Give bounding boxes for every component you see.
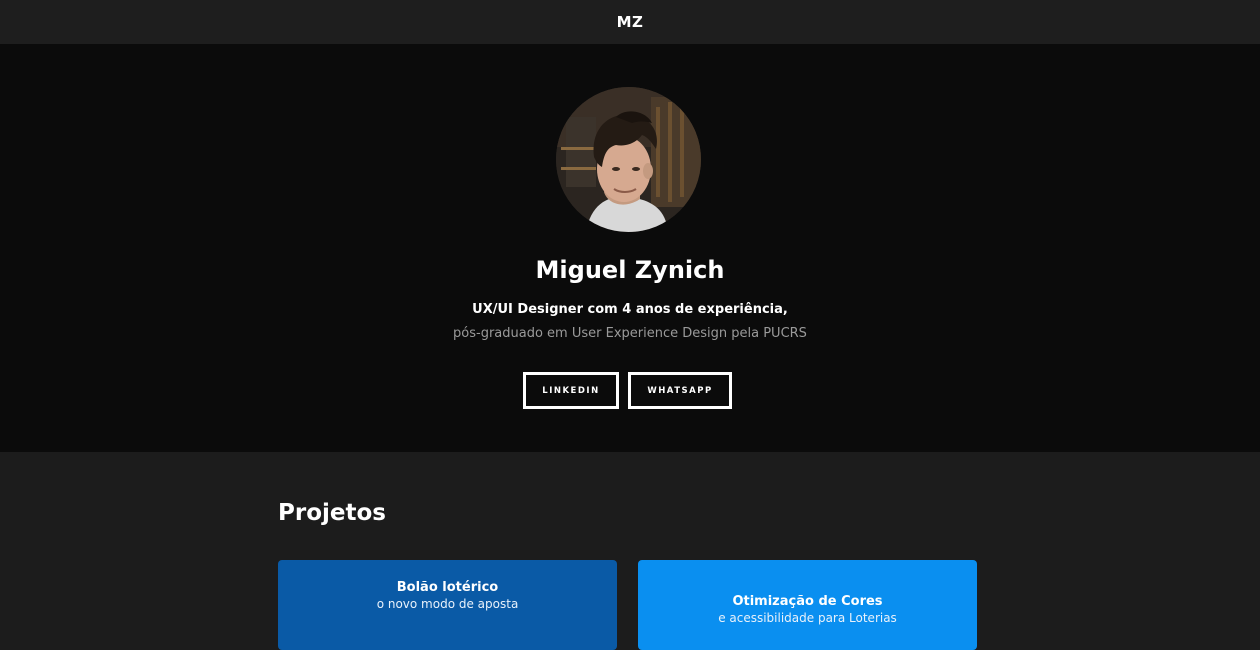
profile-name: Miguel Zynich	[535, 256, 725, 284]
project-card-title: Otimização de Cores	[732, 594, 883, 609]
project-card-bolao[interactable]: Bolão lotérico o novo modo de aposta	[278, 560, 617, 650]
profile-photo	[556, 87, 701, 232]
profile-avatar	[556, 87, 701, 232]
site-logo[interactable]: MZ	[617, 13, 644, 31]
projects-section: Projetos Bolão lotérico o novo modo de a…	[0, 452, 1260, 650]
project-card-text: Otimização de Cores e acessibilidade par…	[638, 594, 977, 625]
project-card-subtitle: e acessibilidade para Loterias	[718, 611, 897, 625]
top-nav-bar: MZ	[0, 0, 1260, 44]
projects-heading: Projetos	[278, 500, 386, 526]
project-card-title: Bolão lotérico	[396, 580, 499, 595]
profile-headline: UX/UI Designer com 4 anos de experiência…	[472, 302, 788, 317]
whatsapp-button[interactable]: WHATSAPP	[628, 372, 732, 409]
project-card-subtitle: o novo modo de aposta	[376, 597, 519, 611]
hero-section: Miguel Zynich UX/UI Designer com 4 anos …	[0, 44, 1260, 452]
project-card-otimizacao-cores[interactable]: Otimização de Cores e acessibilidade par…	[638, 560, 977, 650]
linkedin-button[interactable]: LINKEDIN	[523, 372, 619, 409]
project-card-text: Bolão lotérico o novo modo de aposta	[278, 580, 617, 611]
profile-subheadline: pós-graduado em User Experience Design p…	[453, 326, 807, 341]
